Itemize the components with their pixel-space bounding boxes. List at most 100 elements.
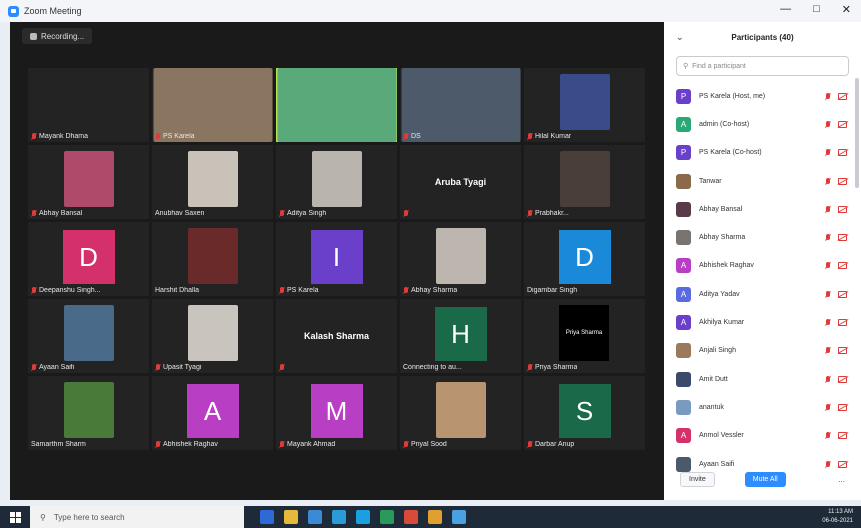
tile-name-label: Connecting to au...	[403, 364, 462, 371]
participant-avatar	[676, 230, 691, 246]
recording-indicator[interactable]: Recording...	[22, 28, 93, 44]
video-tile[interactable]: Mayank Dhama	[28, 68, 149, 142]
taskbar-app-icon[interactable]	[428, 510, 442, 524]
search-icon: ⚲	[683, 63, 689, 70]
close-button[interactable]: ✕	[842, 3, 851, 16]
tile-name-label: Abhay Bansal	[31, 210, 82, 217]
video-tile[interactable]: Abhay Bansal	[28, 145, 149, 219]
video-tile[interactable]: Aruba Tyagi	[400, 145, 521, 219]
participant-row[interactable]: P PS Karela (Host, me)	[664, 82, 861, 110]
tile-name-label: Abhay Sharma	[403, 287, 457, 294]
taskbar-app-icon[interactable]	[332, 510, 346, 524]
participant-name: Harshit Dhalla	[155, 287, 199, 294]
video-tile[interactable]: S Darbar Anup	[524, 376, 645, 450]
participant-name: Prabhakr...	[535, 210, 569, 217]
participant-list: P PS Karela (Host, me) Aadmin (Co-host) P PS…	[664, 82, 861, 474]
participant-name-display: Aruba Tyagi	[434, 177, 487, 187]
participant-list-name: Anjali Singh	[699, 347, 736, 355]
tile-name-label: Hilal Kumar	[527, 133, 571, 140]
participant-list-name: Abhay Sharma	[699, 234, 746, 242]
participant-row[interactable]: anantuk	[664, 393, 861, 421]
video-tile[interactable]: Priyal Sood	[400, 376, 521, 450]
tile-name-label: Priyal Sood	[403, 441, 447, 448]
taskbar-app-icon[interactable]	[308, 510, 322, 524]
video-tile[interactable]: D Deepanshu Singh...	[28, 222, 149, 296]
video-tile[interactable]: Ayaan Saifi	[28, 299, 149, 373]
video-off-icon	[838, 403, 847, 411]
video-tile[interactable]: D Digambar Singh	[524, 222, 645, 296]
video-tile[interactable]: Kalash Sharma	[276, 299, 397, 373]
taskbar-app-icon[interactable]	[380, 510, 394, 524]
maximize-button[interactable]: □	[813, 3, 820, 16]
video-tile[interactable]	[276, 68, 397, 142]
muted-mic-icon	[825, 375, 831, 383]
minimize-button[interactable]: —	[780, 3, 791, 16]
profile-picture	[63, 151, 114, 207]
muted-mic-icon	[403, 441, 409, 448]
participant-video	[277, 68, 396, 142]
taskbar-app-icon[interactable]	[452, 510, 466, 524]
participant-row[interactable]: Aadmin (Co-host)	[664, 110, 861, 138]
letter-avatar: A	[186, 384, 239, 438]
participant-name: Deepanshu Singh...	[39, 287, 101, 294]
video-off-icon	[838, 262, 847, 270]
mute-all-button[interactable]: Mute All	[744, 471, 786, 487]
participant-name: Darbar Anup	[535, 441, 575, 448]
participant-row[interactable]: Abhay Bansal	[664, 195, 861, 223]
video-tile[interactable]: DS	[400, 68, 521, 142]
letter-avatar: D	[558, 230, 611, 284]
video-tile[interactable]: Prabhakr...	[524, 145, 645, 219]
system-tray-clock[interactable]: 11:13 AM 06-06-2021	[822, 508, 853, 526]
video-tile[interactable]: Harshit Dhalla	[152, 222, 273, 296]
muted-mic-icon	[527, 133, 533, 140]
participant-row[interactable]: A Akhilya Kumar	[664, 308, 861, 336]
taskbar-app-icon[interactable]	[284, 510, 298, 524]
windows-taskbar: ⚲ Type here to search 11:13 AM 06-06-202…	[0, 506, 861, 528]
participant-row[interactable]: Anjali Singh	[664, 337, 861, 365]
video-tile[interactable]: M Mayank Ahmad	[276, 376, 397, 450]
participant-name: Mayank Ahmad	[287, 441, 336, 448]
participant-search-input[interactable]: ⚲ Find a participant	[676, 56, 849, 76]
video-tile[interactable]: Upasit Tyagi	[152, 299, 273, 373]
taskbar-app-icon[interactable]	[356, 510, 370, 524]
participant-list-scrollbar[interactable]	[855, 78, 859, 188]
invite-button[interactable]: Invite	[680, 471, 715, 487]
video-tile[interactable]: Hilal Kumar	[524, 68, 645, 142]
participant-avatar: A	[676, 315, 691, 331]
video-off-icon	[838, 234, 847, 242]
letter-avatar: D	[62, 230, 115, 284]
participant-row[interactable]: A Abhishek Raghav	[664, 252, 861, 280]
participant-status-icons	[825, 403, 847, 411]
more-options-button[interactable]: ...	[838, 475, 845, 484]
participant-status-icons	[825, 375, 847, 383]
participant-row[interactable]: A Anmol Vessler	[664, 422, 861, 450]
participant-row[interactable]: Amit Dutt	[664, 365, 861, 393]
taskbar-search-box[interactable]: ⚲ Type here to search	[30, 506, 244, 528]
video-tile[interactable]: A Abhishek Raghav	[152, 376, 273, 450]
participant-row[interactable]: Abhay Sharma	[664, 223, 861, 251]
windows-logo-icon	[9, 511, 21, 523]
tile-name-label: Digambar Singh	[527, 287, 577, 294]
video-tile[interactable]: H Connecting to au...	[400, 299, 521, 373]
video-tile[interactable]: I PS Karela	[276, 222, 397, 296]
video-tile[interactable]: Samarthm Sharm	[28, 376, 149, 450]
muted-mic-icon	[825, 120, 831, 128]
video-tile[interactable]: Abhay Sharma	[400, 222, 521, 296]
video-off-icon	[838, 347, 847, 355]
profile-picture	[559, 151, 610, 207]
collapse-chevron-icon[interactable]: ⌄	[676, 32, 684, 43]
start-button[interactable]	[0, 506, 30, 528]
taskbar-app-icon[interactable]	[260, 510, 274, 524]
taskbar-app-icon[interactable]	[404, 510, 418, 524]
video-tile[interactable]: Anubhav Saxen	[152, 145, 273, 219]
participant-row[interactable]: Tanwar	[664, 167, 861, 195]
video-tile[interactable]: PS Karela	[152, 68, 273, 142]
tile-name-label: Darbar Anup	[527, 441, 574, 448]
tile-name-label: PS Karela	[279, 287, 319, 294]
participant-row[interactable]: A Aditya Yadav	[664, 280, 861, 308]
participant-row[interactable]: P PS Karela (Co-host)	[664, 139, 861, 167]
tile-name-label	[403, 210, 411, 217]
video-tile[interactable]: Aditya Singh	[276, 145, 397, 219]
tile-name-label: Samarthm Sharm	[31, 441, 86, 448]
video-tile[interactable]: Priya Sharma Priya Sharma	[524, 299, 645, 373]
